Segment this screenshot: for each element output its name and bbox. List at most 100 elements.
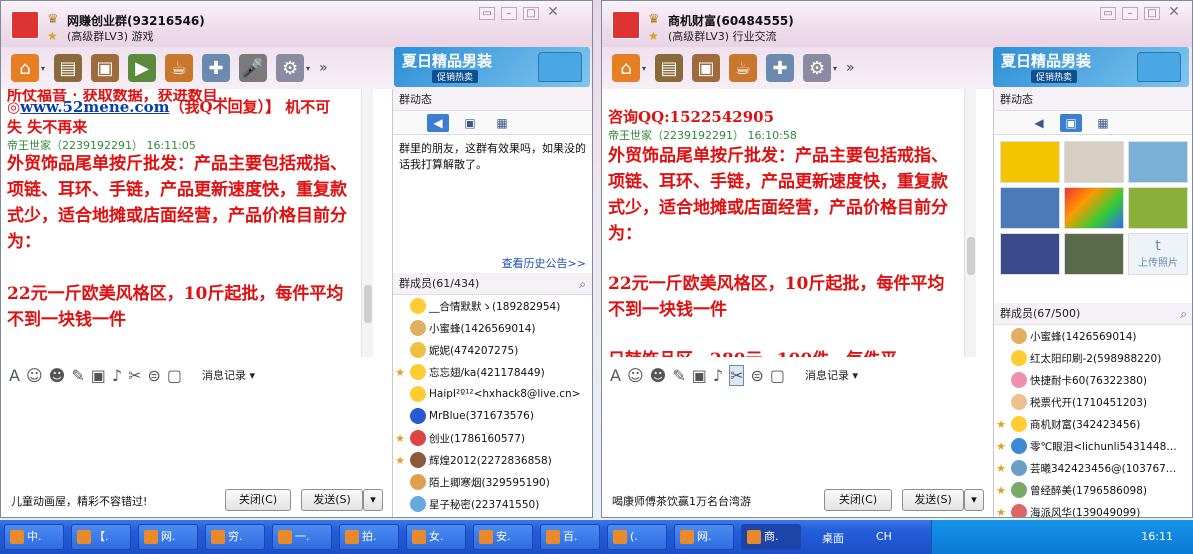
member-list[interactable]: 小蜜蜂(1426569014) 红太阳印刷-2(598988220) 快捷耐卡60(… (994, 325, 1192, 517)
edit-icon[interactable]: ✎ (71, 366, 84, 385)
message-input[interactable] (602, 389, 988, 481)
member-item[interactable]: 快捷耐卡60(76322380) (994, 369, 1192, 391)
face-icon[interactable]: ☻ (650, 366, 667, 385)
avatar[interactable] (1011, 482, 1027, 498)
member-item[interactable]: 红太阳印刷-2(598988220) (994, 347, 1192, 369)
upload-photo-button[interactable]: t 上传照片 (1128, 233, 1188, 275)
coffee-icon[interactable]: ☕ (165, 54, 194, 82)
chat-history[interactable]: 所仗福音 · 获取数据，获进数目… ◎www.52mene.com（我Q不回复）… (1, 89, 373, 357)
chevron-down-icon[interactable]: ▾ (41, 64, 45, 73)
avatar[interactable] (1011, 504, 1027, 517)
more-icon[interactable]: » (319, 60, 328, 76)
emoji-icon[interactable]: ☺ (627, 366, 644, 385)
screen-icon[interactable]: ▢ (770, 366, 785, 385)
close-icon[interactable]: ✕ (545, 5, 561, 20)
history-button[interactable]: 消息记录 ▾ (202, 367, 255, 383)
gear-icon[interactable]: ⚙ (803, 54, 832, 82)
member-item[interactable]: ★ 零℃眼泪<lichunli5431448… (994, 435, 1192, 457)
member-list[interactable]: __合情默默ゝ(189282954) 小蜜蜂(1426569014) 妮妮(4742… (393, 295, 592, 515)
avatar[interactable] (1011, 328, 1027, 344)
avatar[interactable] (410, 408, 426, 424)
avatar[interactable] (1011, 350, 1027, 366)
avatar[interactable] (410, 430, 426, 446)
chat-history[interactable]: 咨询QQ:1522542905 帝王世家（2239192291） 16:10:5… (602, 89, 976, 357)
search-icon[interactable]: ⌕ (1180, 303, 1187, 325)
folder-icon[interactable]: ▤ (54, 54, 83, 82)
avatar[interactable] (410, 298, 426, 314)
avatar[interactable] (1011, 394, 1027, 410)
screen-icon[interactable]: ▢ (167, 366, 182, 385)
send-button[interactable]: 发送(S) (902, 489, 964, 511)
message-link[interactable]: www.52mene.com (20, 98, 169, 116)
close-button[interactable]: 关闭(C) (225, 489, 291, 511)
scrollbar[interactable] (361, 89, 373, 357)
restore-icon[interactable]: ▭ (479, 7, 495, 20)
title-bar[interactable]: ♛ ★ 商机财富(60484555) (高级群LV3) 行业交流 ▭ – □ ✕ (602, 1, 1192, 47)
taskbar-button[interactable]: 【. (71, 524, 131, 550)
grid-icon[interactable]: ▦ (491, 114, 513, 132)
banner-ad[interactable]: 夏日精品男装 促销热卖 (993, 47, 1189, 87)
clock[interactable]: 16:11 (1141, 530, 1173, 543)
member-item[interactable]: MrBlue(371673576) (393, 405, 592, 427)
message-input[interactable] (1, 389, 387, 481)
gallery-photo[interactable] (1064, 233, 1124, 275)
group-avatar[interactable] (612, 11, 640, 39)
member-item[interactable]: ★ 忘忘翅/ka(421178449) (393, 361, 592, 383)
member-item[interactable]: HaipI²º¹²<hxhack8@live.cn> (393, 383, 592, 405)
member-item[interactable]: 妮妮(474207275) (393, 339, 592, 361)
gallery-photo[interactable] (1000, 187, 1060, 229)
photo-icon[interactable]: ▣ (459, 114, 481, 132)
minimize-icon[interactable]: – (1122, 7, 1138, 20)
maximize-icon[interactable]: □ (1144, 7, 1160, 20)
edit-icon[interactable]: ✎ (672, 366, 685, 385)
gallery-photo[interactable] (1128, 187, 1188, 229)
group-name[interactable]: 商机财富(60484555) (668, 12, 794, 29)
photo-icon[interactable]: ▣ (1060, 113, 1082, 132)
avatar[interactable] (410, 364, 426, 380)
member-item[interactable]: 税票代开(1710451203) (994, 391, 1192, 413)
taskbar-button[interactable]: 百. (540, 524, 600, 550)
text-ad[interactable]: 喝康师傅茶饮赢1万名台湾游 (612, 493, 751, 509)
taskbar-button[interactable]: 网. (674, 524, 734, 550)
avatar[interactable] (410, 342, 426, 358)
avatar[interactable] (1011, 416, 1027, 432)
member-item[interactable]: __合情默默ゝ(189282954) (393, 295, 592, 317)
taskbar-button[interactable]: 安. (473, 524, 533, 550)
gallery-photo[interactable] (1064, 187, 1124, 229)
member-item[interactable]: 陌上卿寒烟(329595190) (393, 471, 592, 493)
notice-icon[interactable]: ✚ (766, 54, 795, 82)
taskbar-button[interactable]: 拍. (339, 524, 399, 550)
music-icon[interactable]: ♪ (713, 366, 723, 385)
language-indicator[interactable]: CH (876, 530, 892, 543)
close-button[interactable]: 关闭(C) (824, 489, 892, 511)
member-item[interactable]: ★ 海派风华(139049099) (994, 501, 1192, 517)
folder-icon[interactable]: ▤ (655, 54, 684, 82)
emoji-icon[interactable]: ☺ (26, 366, 43, 385)
avatar[interactable] (410, 320, 426, 336)
send-options-icon[interactable]: ▾ (964, 489, 984, 511)
album-icon[interactable]: ▣ (692, 54, 721, 82)
avatar[interactable] (1011, 438, 1027, 454)
member-item[interactable]: 小蜜蜂(1426569014) (393, 317, 592, 339)
taskbar-button[interactable]: 一. (272, 524, 332, 550)
taskbar-button[interactable]: 网. (138, 524, 198, 550)
member-item[interactable]: ★ 创业(1786160577) (393, 427, 592, 449)
send-options-icon[interactable]: ▾ (363, 489, 383, 511)
member-item[interactable]: 小蜜蜂(1426569014) (994, 325, 1192, 347)
banner-ad[interactable]: 夏日精品男装 促销热卖 (394, 47, 590, 87)
desktop-button[interactable]: 桌面 (822, 530, 844, 546)
history-notice-link[interactable]: 查看历史公告>> (393, 255, 592, 273)
scissors-icon[interactable]: ✂ (128, 366, 141, 385)
speaker-icon[interactable]: ◀ (1028, 114, 1050, 132)
taskbar-button[interactable]: 穷. (205, 524, 265, 550)
gallery-photo[interactable] (1128, 141, 1188, 183)
member-item[interactable]: ★ 曾经醉美(1796586098) (994, 479, 1192, 501)
member-item[interactable]: 星子秘密(223741550) (393, 493, 592, 515)
scroll-thumb[interactable] (967, 237, 975, 275)
chevron-down-icon[interactable]: ▾ (306, 64, 310, 73)
speaker-icon[interactable]: ◀ (427, 113, 449, 132)
avatar[interactable] (410, 452, 426, 468)
scroll-thumb[interactable] (364, 285, 372, 323)
search-icon[interactable]: ⌕ (579, 273, 586, 295)
send-file-icon[interactable]: ⊜ (147, 366, 160, 385)
